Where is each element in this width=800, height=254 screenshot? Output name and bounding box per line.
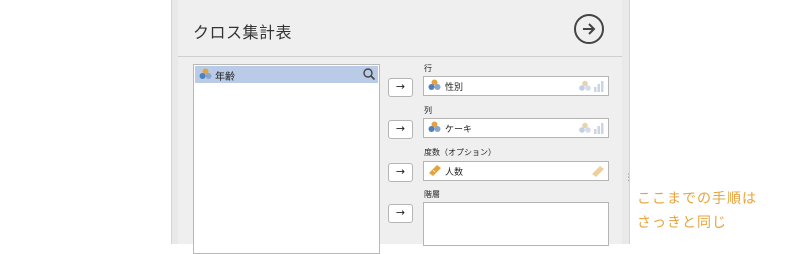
rows-variable: 性別 (445, 83, 464, 93)
allowed-types-icon (592, 166, 604, 177)
annotation-line-1: ここまでの手順は (637, 191, 757, 207)
layers-target-box[interactable] (423, 202, 609, 246)
panel-header: クロス集計表 (178, 0, 622, 57)
layers-label: 階層 (424, 190, 440, 199)
rows-label: 行 (424, 64, 432, 73)
nominal-variable-icon (428, 79, 441, 90)
nominal-variable-icon (428, 121, 441, 132)
columns-label: 列 (424, 106, 432, 115)
allowed-types-icon (579, 80, 604, 92)
crosstab-options-panel: クロス集計表 年齢 → 行 性別 → 列 ケーキ → 度数（オプション） 人数 … (178, 0, 622, 254)
splitter-grip-icon: ⋮ (624, 173, 633, 183)
counts-label: 度数（オプション） (424, 148, 496, 157)
columns-variable: ケーキ (445, 125, 473, 135)
list-item[interactable]: 年齢 (195, 66, 378, 83)
continuous-variable-icon (429, 165, 441, 176)
variable-label: 年齢 (215, 72, 235, 83)
search-icon[interactable] (362, 67, 376, 81)
move-to-columns-button[interactable]: → (388, 120, 413, 139)
move-to-rows-button[interactable]: → (388, 78, 413, 97)
arrow-circle-right-icon (583, 23, 596, 35)
columns-target-box[interactable]: ケーキ (423, 118, 609, 138)
counts-variable: 人数 (445, 168, 464, 178)
source-variable-list[interactable]: 年齢 (193, 64, 380, 254)
allowed-types-icon (579, 122, 604, 134)
counts-target-box[interactable]: 人数 (423, 161, 609, 181)
right-splitter[interactable]: ⋮ (622, 0, 633, 244)
run-button[interactable] (574, 14, 604, 44)
annotation-line-2: さっきと同じ (637, 215, 727, 231)
move-to-counts-button[interactable]: → (388, 163, 413, 182)
rows-target-box[interactable]: 性別 (423, 76, 609, 96)
panel-title: クロス集計表 (193, 23, 293, 42)
move-to-layers-button[interactable]: → (388, 204, 413, 223)
nominal-variable-icon (199, 68, 212, 79)
